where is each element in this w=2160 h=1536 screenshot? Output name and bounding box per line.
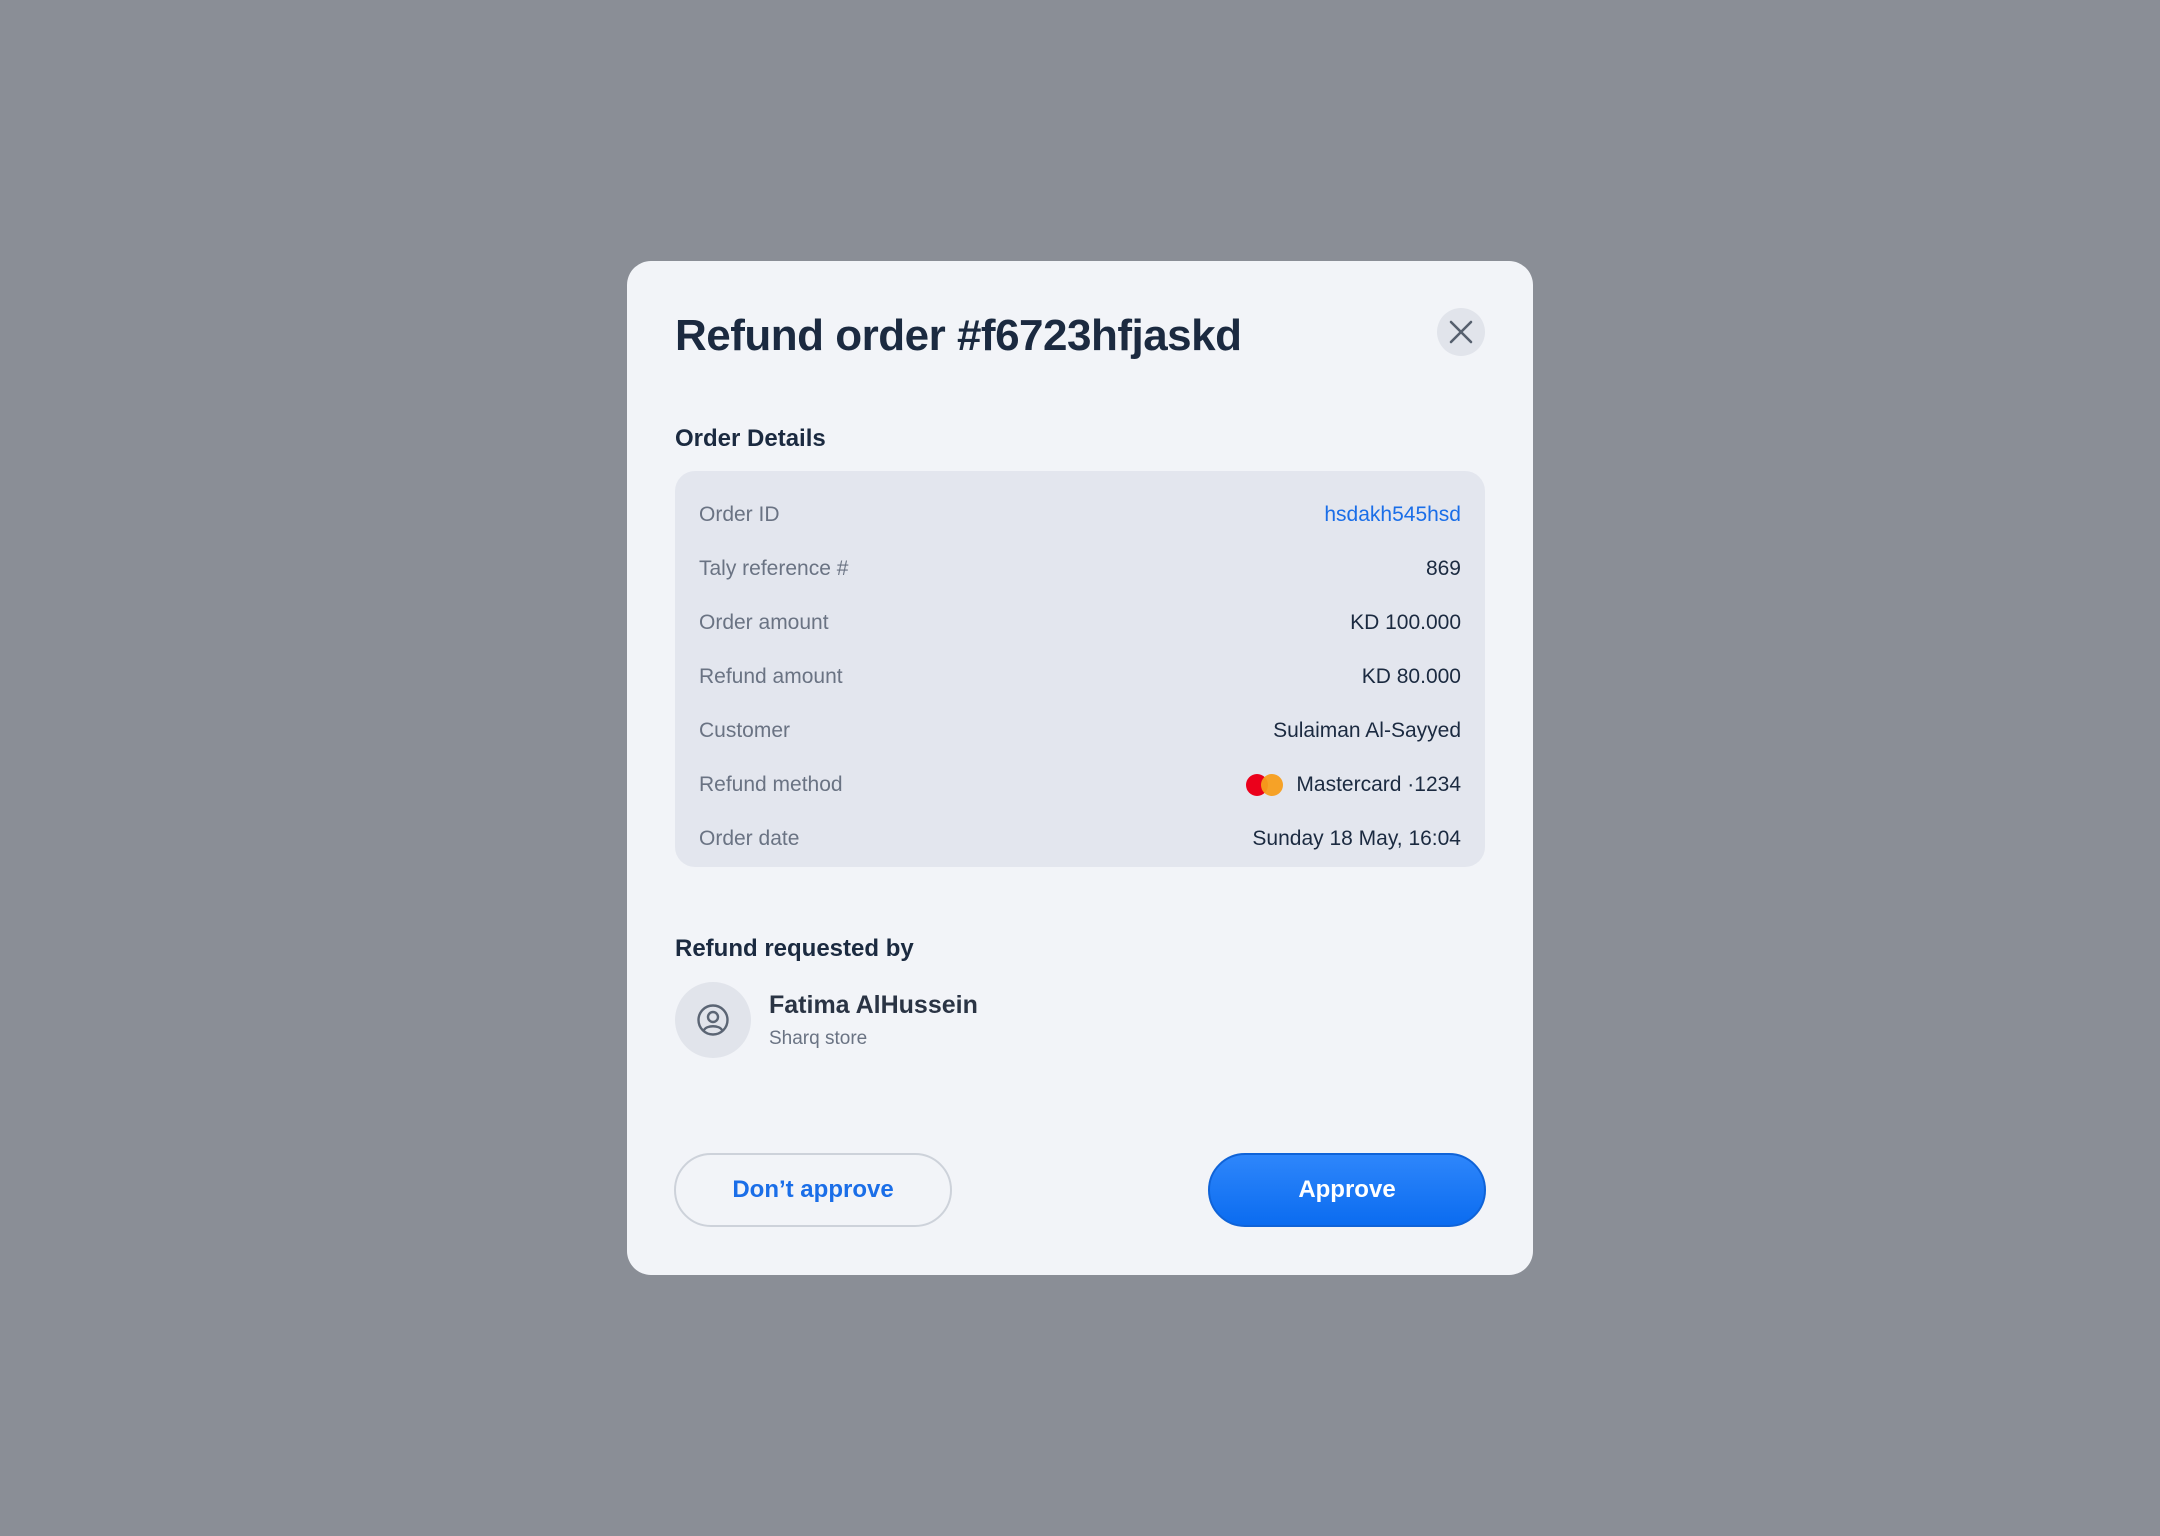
avatar <box>675 982 751 1058</box>
detail-value: KD 100.000 <box>1350 611 1461 634</box>
requester-name: Fatima AlHussein <box>769 990 978 1019</box>
detail-row-order-date: Order date Sunday 18 May, 16:04 <box>699 812 1461 866</box>
detail-value: Sunday 18 May, 16:04 <box>1252 827 1461 850</box>
detail-row-refund-amount: Refund amount KD 80.000 <box>699 650 1461 704</box>
detail-value: Sulaiman Al-Sayyed <box>1273 719 1461 742</box>
refund-method-text: Mastercard ·1234 <box>1296 773 1461 796</box>
detail-value: 869 <box>1425 557 1461 580</box>
detail-row-customer: Customer Sulaiman Al-Sayyed <box>699 704 1461 758</box>
detail-label: Taly reference # <box>699 557 849 580</box>
detail-label: Order ID <box>699 503 780 526</box>
order-details-card: Order ID hsdakh545hsd Taly reference # 8… <box>675 471 1485 867</box>
detail-row-order-id: Order ID hsdakh545hsd <box>699 488 1461 542</box>
detail-value: KD 80.000 <box>1361 665 1461 688</box>
detail-label: Order date <box>699 827 800 850</box>
order-id-link[interactable]: hsdakh545hsd <box>1324 503 1461 527</box>
detail-row-order-amount: Order amount KD 100.000 <box>699 596 1461 650</box>
close-icon <box>1449 320 1473 344</box>
modal-title: Refund order #f6723hfjaskd <box>675 311 1242 360</box>
approve-button[interactable]: Approve <box>1208 1153 1486 1227</box>
detail-row-refund-method: Refund method Mastercard ·1234 <box>699 758 1461 812</box>
detail-label: Refund amount <box>699 665 843 688</box>
mastercard-icon <box>1246 773 1284 797</box>
order-details-heading: Order Details <box>675 425 826 452</box>
refund-modal: Refund order #f6723hfjaskd Order Details… <box>627 261 1533 1275</box>
user-avatar-icon <box>697 1004 729 1036</box>
detail-label: Order amount <box>699 611 829 634</box>
dont-approve-button[interactable]: Don’t approve <box>674 1153 952 1227</box>
refund-method-value: Mastercard ·1234 <box>1246 773 1461 797</box>
requester-store: Sharq store <box>769 1027 868 1049</box>
detail-row-taly-reference: Taly reference # 869 <box>699 542 1461 596</box>
close-button[interactable] <box>1437 308 1485 356</box>
detail-label: Customer <box>699 719 791 742</box>
detail-label: Refund method <box>699 773 843 796</box>
requester: Fatima AlHussein Sharq store <box>675 982 978 1058</box>
requested-by-heading: Refund requested by <box>675 935 914 962</box>
requester-info: Fatima AlHussein Sharq store <box>769 991 978 1050</box>
